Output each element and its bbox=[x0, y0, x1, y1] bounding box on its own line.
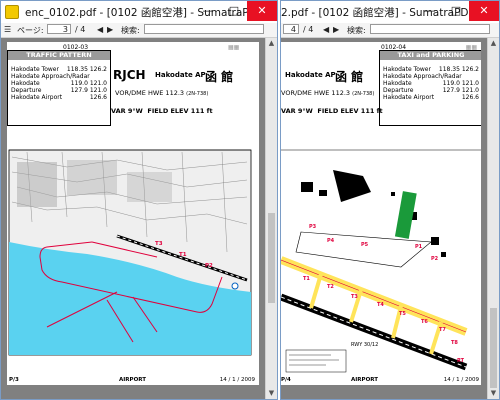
menu-icon[interactable]: ☰ bbox=[4, 25, 11, 34]
scroll-thumb[interactable] bbox=[490, 308, 497, 388]
footer-date: 14 / 1 / 2009 bbox=[443, 377, 479, 383]
scroll-thumb[interactable] bbox=[268, 213, 275, 303]
airport-name-kanji: 函 館 bbox=[335, 70, 364, 84]
svg-text:T5: T5 bbox=[399, 311, 406, 317]
frequency-list: Hakodate Tower 118.35 126.2 Hakodate App… bbox=[380, 60, 481, 103]
freq-row: Hakodate Airport 126.6 bbox=[11, 94, 107, 101]
svg-text:P2: P2 bbox=[431, 256, 439, 262]
airport-name: Hakodate AP bbox=[155, 71, 206, 79]
panel-title: TRAFFIC PATTERN bbox=[8, 51, 110, 60]
chart-page: P3 P4 P5 T1 T2 T3 T4 T5 T6 T7 T8 P1 P2 R… bbox=[281, 42, 481, 385]
freq-row: Hakodate Approach/Radar 119.0 121.0 bbox=[11, 73, 107, 87]
svg-text:T8: T8 bbox=[451, 340, 458, 346]
search-input[interactable] bbox=[144, 24, 264, 34]
document-viewport[interactable]: T3 T1 P2 0102-03 TRAFFIC PATTERN Hakodat… bbox=[1, 38, 266, 399]
svg-text:T4: T4 bbox=[377, 302, 384, 308]
svg-text:RT: RT bbox=[457, 358, 465, 364]
close-button[interactable]: ✕ bbox=[469, 1, 499, 21]
freq-row: Hakodate Tower 118.35 126.2 bbox=[383, 66, 479, 73]
frequency-list: Hakodate Tower 118.35 126.2 Hakodate App… bbox=[8, 60, 110, 103]
svg-text:P3: P3 bbox=[309, 224, 317, 230]
navaid: VOR/DME HWE 112.3 (2N-738) bbox=[115, 89, 209, 97]
prev-page-icon[interactable]: ◀ bbox=[97, 25, 103, 34]
freq-row: Hakodate Approach/Radar 119.0 121.0 bbox=[383, 73, 479, 87]
maximize-button[interactable]: □ bbox=[443, 1, 469, 21]
svg-text:T6: T6 bbox=[421, 319, 428, 325]
svg-text:T3: T3 bbox=[351, 294, 358, 300]
title-bar[interactable]: 2.pdf - [0102 函館空港] - SumatraPDF — □ ✕ bbox=[281, 1, 499, 23]
field-info: VAR 9°W FIELD ELEV 111 ft bbox=[111, 107, 213, 115]
scroll-down-icon[interactable]: ▼ bbox=[488, 388, 499, 399]
document-viewport[interactable]: P3 P4 P5 T1 T2 T3 T4 T5 T6 T7 T8 P1 P2 R… bbox=[281, 38, 488, 399]
label-t3: T3 bbox=[155, 241, 163, 247]
minimize-button[interactable]: — bbox=[417, 1, 443, 21]
vor-symbol bbox=[231, 282, 239, 290]
freq-row: Hakodate Tower 118.35 126.2 bbox=[11, 66, 107, 73]
svg-text:P4: P4 bbox=[327, 238, 335, 244]
page-total: / 4 bbox=[75, 25, 86, 34]
airport-name: Hakodate AP bbox=[285, 71, 336, 79]
footer-date: 14 / 1 / 2009 bbox=[219, 377, 255, 383]
svg-text:T1: T1 bbox=[303, 276, 310, 282]
publisher-logo: ▦▦ bbox=[465, 44, 477, 51]
scroll-up-icon[interactable]: ▲ bbox=[488, 38, 499, 49]
footer-left: P/4 bbox=[281, 377, 291, 383]
next-page-icon[interactable]: ▶ bbox=[107, 25, 113, 34]
label-p2: P2 bbox=[205, 263, 213, 269]
publisher-logo: ▦▦ bbox=[228, 44, 240, 51]
label-t1: T1 bbox=[179, 252, 187, 258]
title-bar[interactable]: enc_0102.pdf - [0102 函館空港] - SumatraPDF … bbox=[1, 1, 277, 23]
freq-row: Hakodate Airport 126.6 bbox=[383, 94, 479, 101]
sumatra-app-icon bbox=[5, 5, 19, 19]
maximize-button[interactable]: □ bbox=[221, 1, 247, 21]
next-page-icon[interactable]: ▶ bbox=[333, 25, 339, 34]
sumatra-window-right: 2.pdf - [0102 函館空港] - SumatraPDF — □ ✕ 4… bbox=[280, 0, 500, 400]
toolbar: ☰ ページ: 3 / 4 ◀ ▶ 検索: bbox=[1, 23, 277, 38]
footer-center: AIRPORT bbox=[119, 377, 146, 383]
vertical-scrollbar[interactable]: ▲ ▼ bbox=[487, 38, 499, 399]
svg-text:RWY 30/12: RWY 30/12 bbox=[351, 342, 378, 348]
frequency-panel: TAXI and PARKING Hakodate Tower 118.35 1… bbox=[379, 50, 481, 126]
footer-center: AIRPORT bbox=[351, 377, 378, 383]
page-label: ページ: bbox=[17, 26, 44, 35]
page-total: / 4 bbox=[303, 25, 314, 34]
search-label: 検索: bbox=[347, 26, 366, 35]
navaid: VOR/DME HWE 112.3 (2N-738) bbox=[281, 89, 375, 97]
panel-title: TAXI and PARKING bbox=[380, 51, 481, 60]
footer-left: P/3 bbox=[9, 377, 19, 383]
sumatra-window-left: enc_0102.pdf - [0102 函館空港] - SumatraPDF … bbox=[0, 0, 278, 400]
scroll-down-icon[interactable]: ▼ bbox=[266, 388, 277, 399]
search-input[interactable] bbox=[370, 24, 490, 34]
toolbar: 4 / 4 ◀ ▶ 検索: bbox=[281, 23, 499, 38]
svg-text:P1: P1 bbox=[415, 244, 423, 250]
chart-page: T3 T1 P2 0102-03 TRAFFIC PATTERN Hakodat… bbox=[7, 42, 259, 385]
close-button[interactable]: ✕ bbox=[247, 1, 277, 21]
scroll-up-icon[interactable]: ▲ bbox=[266, 38, 277, 49]
page-number-input[interactable]: 4 bbox=[283, 24, 299, 34]
page-number-input[interactable]: 3 bbox=[47, 24, 71, 34]
svg-text:T7: T7 bbox=[439, 327, 446, 333]
svg-text:P5: P5 bbox=[361, 242, 369, 248]
field-info: VAR 9°W FIELD ELEV 111 ft bbox=[281, 107, 383, 115]
airport-id: RJCH bbox=[113, 68, 146, 82]
airport-name-kanji: 函 館 bbox=[205, 70, 234, 84]
vertical-scrollbar[interactable]: ▲ ▼ bbox=[265, 38, 277, 399]
svg-text:T2: T2 bbox=[327, 284, 334, 290]
prev-page-icon[interactable]: ◀ bbox=[323, 25, 329, 34]
search-label: 検索: bbox=[121, 26, 140, 35]
minimize-button[interactable]: — bbox=[195, 1, 221, 21]
frequency-panel: TRAFFIC PATTERN Hakodate Tower 118.35 12… bbox=[7, 50, 111, 126]
